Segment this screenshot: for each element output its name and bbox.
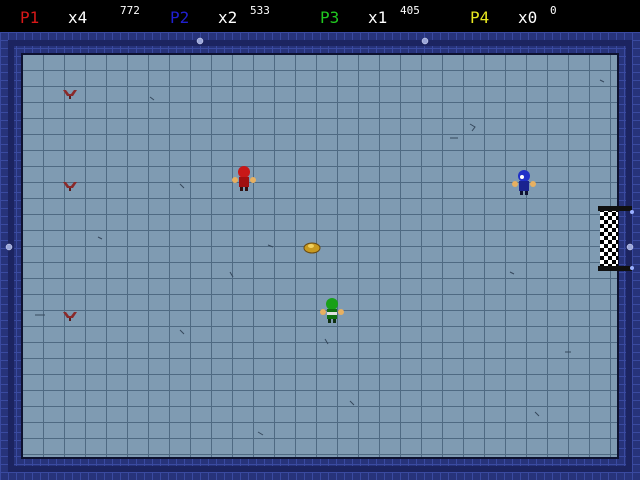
player-4-lives: x0	[518, 8, 538, 27]
tiled-floor	[22, 54, 618, 458]
hud-bar: P1 x4 772 P2 x2 533 P3 x1 405 P4 x0 0	[0, 0, 640, 32]
wall-stud-icon	[196, 37, 204, 45]
player-1-lives: x4	[68, 8, 88, 27]
player-3-lives: x1	[368, 8, 388, 27]
wall-stud-icon	[5, 243, 13, 251]
player-2-lives: x2	[218, 8, 238, 27]
ball-icon	[303, 242, 321, 254]
player-4-score: 0	[550, 4, 557, 17]
player-1-score: 772	[120, 4, 140, 17]
player-3-tag: P3	[320, 8, 340, 27]
wall-stud-icon	[626, 243, 634, 251]
player-1-tag: P1	[20, 8, 40, 27]
player-3-score: 405	[400, 4, 420, 17]
player-2-score: 533	[250, 4, 270, 17]
wall-stud-icon	[421, 37, 429, 45]
player-4-tag: P4	[470, 8, 490, 27]
player-2-tag: P2	[170, 8, 190, 27]
arena-canvas	[0, 32, 640, 480]
arena	[0, 32, 640, 480]
